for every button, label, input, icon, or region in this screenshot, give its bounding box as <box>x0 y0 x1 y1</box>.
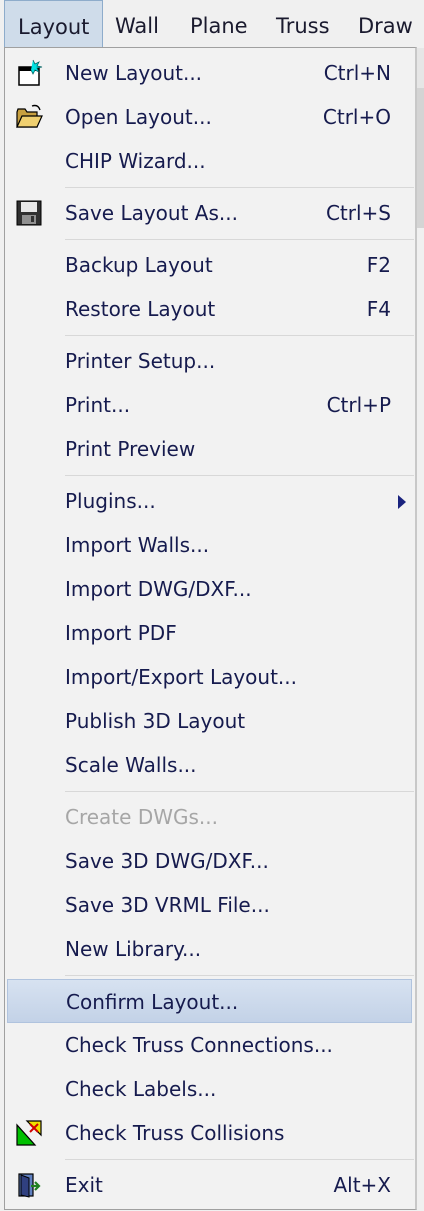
menubar-layout[interactable]: Layout <box>4 0 103 48</box>
truss-collision-icon <box>16 1120 42 1146</box>
menu-item-print-preview[interactable]: Print Preview <box>5 427 416 471</box>
menu-separator <box>65 335 414 336</box>
menu-item-plugins[interactable]: Plugins... <box>5 479 416 523</box>
menu-separator <box>65 1159 414 1160</box>
menu-item-publish-3d-layout[interactable]: Publish 3D Layout <box>5 699 416 743</box>
menu-item-backup-layout[interactable]: Backup Layout F2 <box>5 243 416 287</box>
menu-item-check-truss-connections[interactable]: Check Truss Connections... <box>5 1023 416 1067</box>
menu-item-label: Confirm Layout... <box>66 990 239 1014</box>
menu-item-exit[interactable]: Exit Alt+X <box>5 1163 416 1207</box>
submenu-arrow-icon <box>398 495 406 509</box>
menu-item-label: CHIP Wizard... <box>65 149 206 173</box>
menu-item-create-dwgs: Create DWGs... <box>5 795 416 839</box>
app-background-edge <box>416 88 424 228</box>
menu-item-print[interactable]: Print... Ctrl+P <box>5 383 416 427</box>
menu-item-label: Check Truss Collisions <box>65 1121 285 1145</box>
menu-item-scale-walls[interactable]: Scale Walls... <box>5 743 416 787</box>
menu-item-label: Import PDF <box>65 621 177 645</box>
menu-bar: Layout Wall Plane Truss Draw <box>0 0 424 48</box>
menu-item-shortcut: Ctrl+S <box>325 201 391 225</box>
menu-item-save-3d-dwg-dxf[interactable]: Save 3D DWG/DXF... <box>5 839 416 883</box>
menu-item-check-truss-collisions[interactable]: Check Truss Collisions <box>5 1111 416 1155</box>
menu-item-open-layout[interactable]: Open Layout... Ctrl+O <box>5 95 416 139</box>
menu-item-label: Import Walls... <box>65 533 210 557</box>
menu-separator <box>65 187 414 188</box>
exit-door-icon <box>18 1173 41 1198</box>
app-background-edge <box>416 48 424 88</box>
layout-dropdown-menu: New Layout... Ctrl+N Open Layout... Ctrl… <box>4 47 417 1210</box>
menu-item-restore-layout[interactable]: Restore Layout F4 <box>5 287 416 331</box>
menubar-plane-label: Plane <box>190 14 248 38</box>
menu-item-label: Print Preview <box>65 437 196 461</box>
menu-item-label: Backup Layout <box>65 253 213 277</box>
menu-item-new-layout[interactable]: New Layout... Ctrl+N <box>5 51 416 95</box>
menubar-truss[interactable]: Truss <box>276 0 330 48</box>
menubar-wall-label: Wall <box>115 14 159 38</box>
folder-open-icon <box>16 104 43 128</box>
menu-item-printer-setup[interactable]: Printer Setup... <box>5 339 416 383</box>
menu-item-shortcut: Ctrl+P <box>326 393 391 417</box>
menu-item-save-layout-as[interactable]: Save Layout As... Ctrl+S <box>5 191 416 235</box>
menu-item-confirm-layout[interactable]: Confirm Layout... <box>7 979 412 1023</box>
menubar-truss-label: Truss <box>276 14 330 38</box>
menu-separator <box>65 475 414 476</box>
menu-item-shortcut: Alt+X <box>333 1173 391 1197</box>
menu-item-label: Plugins... <box>65 489 156 513</box>
menu-item-label: New Layout... <box>65 61 203 85</box>
menubar-plane[interactable]: Plane <box>190 0 248 48</box>
menubar-layout-label: Layout <box>18 15 90 39</box>
menu-separator <box>65 975 414 976</box>
menu-item-label: Print... <box>65 393 131 417</box>
menu-item-label: Save 3D DWG/DXF... <box>65 849 269 873</box>
menubar-draw[interactable]: Draw <box>358 0 413 48</box>
menu-item-check-labels[interactable]: Check Labels... <box>5 1067 416 1111</box>
menu-item-label: Create DWGs... <box>65 805 218 829</box>
menu-item-shortcut: F2 <box>366 253 391 277</box>
menu-item-import-walls[interactable]: Import Walls... <box>5 523 416 567</box>
menu-item-label: Restore Layout <box>65 297 216 321</box>
menu-item-label: Save Layout As... <box>65 201 238 225</box>
menu-item-chip-wizard[interactable]: CHIP Wizard... <box>5 139 416 183</box>
menu-item-label: Import DWG/DXF... <box>65 577 252 601</box>
menu-item-label: Save 3D VRML File... <box>65 893 270 917</box>
menu-item-shortcut: F4 <box>366 297 391 321</box>
menu-item-new-library[interactable]: New Library... <box>5 927 416 971</box>
menu-item-label: Import/Export Layout... <box>65 665 298 689</box>
menu-item-label: Open Layout... <box>65 105 212 129</box>
menu-item-label: Publish 3D Layout <box>65 709 246 733</box>
menu-item-save-3d-vrml[interactable]: Save 3D VRML File... <box>5 883 416 927</box>
floppy-disk-icon <box>16 200 42 226</box>
menu-item-shortcut: Ctrl+N <box>323 61 391 85</box>
menubar-wall[interactable]: Wall <box>115 0 159 48</box>
menu-item-label: Scale Walls... <box>65 753 197 777</box>
menu-item-label: Printer Setup... <box>65 349 216 373</box>
menu-item-import-dwg-dxf[interactable]: Import DWG/DXF... <box>5 567 416 611</box>
menu-item-import-pdf[interactable]: Import PDF <box>5 611 416 655</box>
menu-item-label: New Library... <box>65 937 202 961</box>
menu-item-label: Check Labels... <box>65 1077 217 1101</box>
menu-separator <box>65 791 414 792</box>
new-layout-icon <box>18 59 43 86</box>
menu-item-label: Check Truss Connections... <box>65 1033 333 1057</box>
menu-item-shortcut: Ctrl+O <box>322 105 391 129</box>
menu-item-import-export-layout[interactable]: Import/Export Layout... <box>5 655 416 699</box>
menu-item-label: Exit <box>65 1173 103 1197</box>
menu-separator <box>65 239 414 240</box>
menubar-draw-label: Draw <box>358 14 413 38</box>
